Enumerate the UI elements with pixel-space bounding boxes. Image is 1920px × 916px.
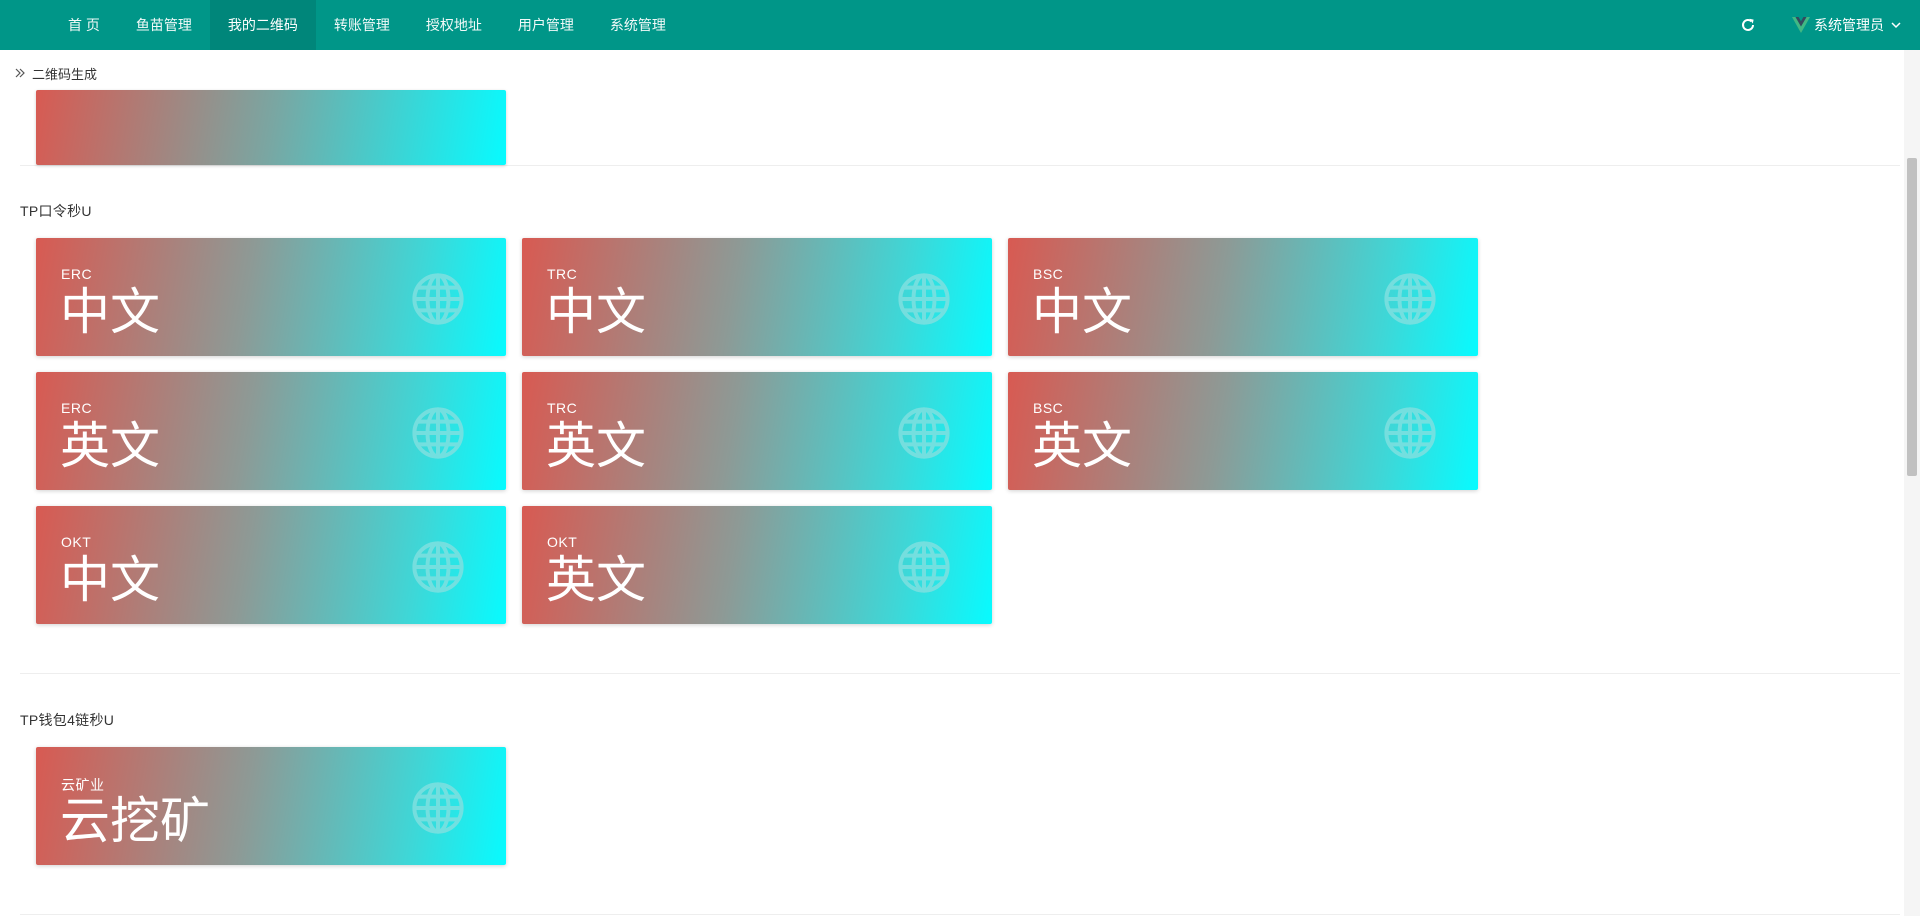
section-title-tp-password: TP口令秒U (20, 203, 92, 219)
card-language-label: 中文 (546, 283, 646, 341)
card-language-label: 英文 (1032, 417, 1132, 475)
nav-item-my-qrcode[interactable]: 我的二维码 (209, 0, 316, 50)
card-chain-label: BSC (1033, 266, 1064, 282)
nav-item-authorized-address[interactable]: 授权地址 (408, 0, 500, 50)
card-language-label: 中文 (60, 551, 160, 609)
user-name: 系统管理员 (1814, 17, 1884, 33)
main-content: TP口令秒U ERC 中文 TRC 中文 BSC 中文 ERC 英文 TRC 英… (0, 50, 1904, 916)
globe-icon (410, 780, 466, 836)
card-cloud-mining[interactable]: 云矿业 云挖矿 (36, 747, 506, 865)
user-menu[interactable]: 系统管理员 (1792, 15, 1904, 35)
card-language-label: 英文 (546, 551, 646, 609)
card-okt-chinese[interactable]: OKT 中文 (36, 506, 506, 624)
section-divider (20, 914, 1900, 915)
nav-right: 系统管理员 (1738, 0, 1920, 50)
globe-icon (1382, 271, 1438, 327)
section-title-tp-wallet: TP钱包4链秒U (20, 712, 115, 728)
card-language-label: 中文 (60, 283, 160, 341)
card-chain-label: BSC (1033, 400, 1064, 416)
card-language-label: 英文 (60, 417, 160, 475)
card-chain-label: OKT (61, 534, 92, 550)
nav-item-system-management[interactable]: 系统管理 (592, 0, 684, 50)
double-chevron-right-icon (14, 67, 26, 79)
globe-icon (896, 405, 952, 461)
globe-icon (410, 271, 466, 327)
card-chain-label: ERC (61, 266, 93, 282)
top-navbar: 首 页 鱼苗管理 我的二维码 转账管理 授权地址 用户管理 系统管理 系统管理员 (0, 0, 1920, 50)
section-divider (20, 165, 1900, 166)
globe-icon (1382, 405, 1438, 461)
nav-item-fry-management[interactable]: 鱼苗管理 (118, 0, 210, 50)
chevron-down-icon (1890, 18, 1904, 32)
card-chain-label: OKT (547, 534, 578, 550)
card-okt-english[interactable]: OKT 英文 (522, 506, 992, 624)
scrollbar-thumb[interactable] (1907, 158, 1917, 476)
card-erc-english[interactable]: ERC 英文 (36, 372, 506, 490)
card-language-label: 英文 (546, 417, 646, 475)
globe-icon (410, 405, 466, 461)
card-trc-chinese[interactable]: TRC 中文 (522, 238, 992, 356)
section-divider (20, 673, 1900, 674)
card-bsc-english[interactable]: BSC 英文 (1008, 372, 1478, 490)
nav-menu: 首 页 鱼苗管理 我的二维码 转账管理 授权地址 用户管理 系统管理 (50, 0, 684, 50)
card-language-label: 中文 (1032, 283, 1132, 341)
vue-logo-icon (1792, 17, 1810, 33)
card-bsc-chinese[interactable]: BSC 中文 (1008, 238, 1478, 356)
card-chain-label: TRC (547, 266, 578, 282)
card-chain-label: ERC (61, 400, 93, 416)
nav-item-transfer-management[interactable]: 转账管理 (316, 0, 408, 50)
breadcrumb: 二维码生成 (0, 62, 98, 84)
breadcrumb-label: 二维码生成 (32, 66, 98, 82)
card-erc-chinese[interactable]: ERC 中文 (36, 238, 506, 356)
globe-icon (896, 271, 952, 327)
card-trc-english[interactable]: TRC 英文 (522, 372, 992, 490)
globe-icon (896, 539, 952, 595)
card-partial-scrolled[interactable] (36, 90, 506, 165)
nav-item-home[interactable]: 首 页 (50, 0, 118, 50)
card-language-label: 云挖矿 (60, 792, 210, 850)
card-chain-label: TRC (547, 400, 578, 416)
nav-item-user-management[interactable]: 用户管理 (500, 0, 592, 50)
globe-icon (410, 539, 466, 595)
refresh-icon[interactable] (1738, 15, 1758, 35)
